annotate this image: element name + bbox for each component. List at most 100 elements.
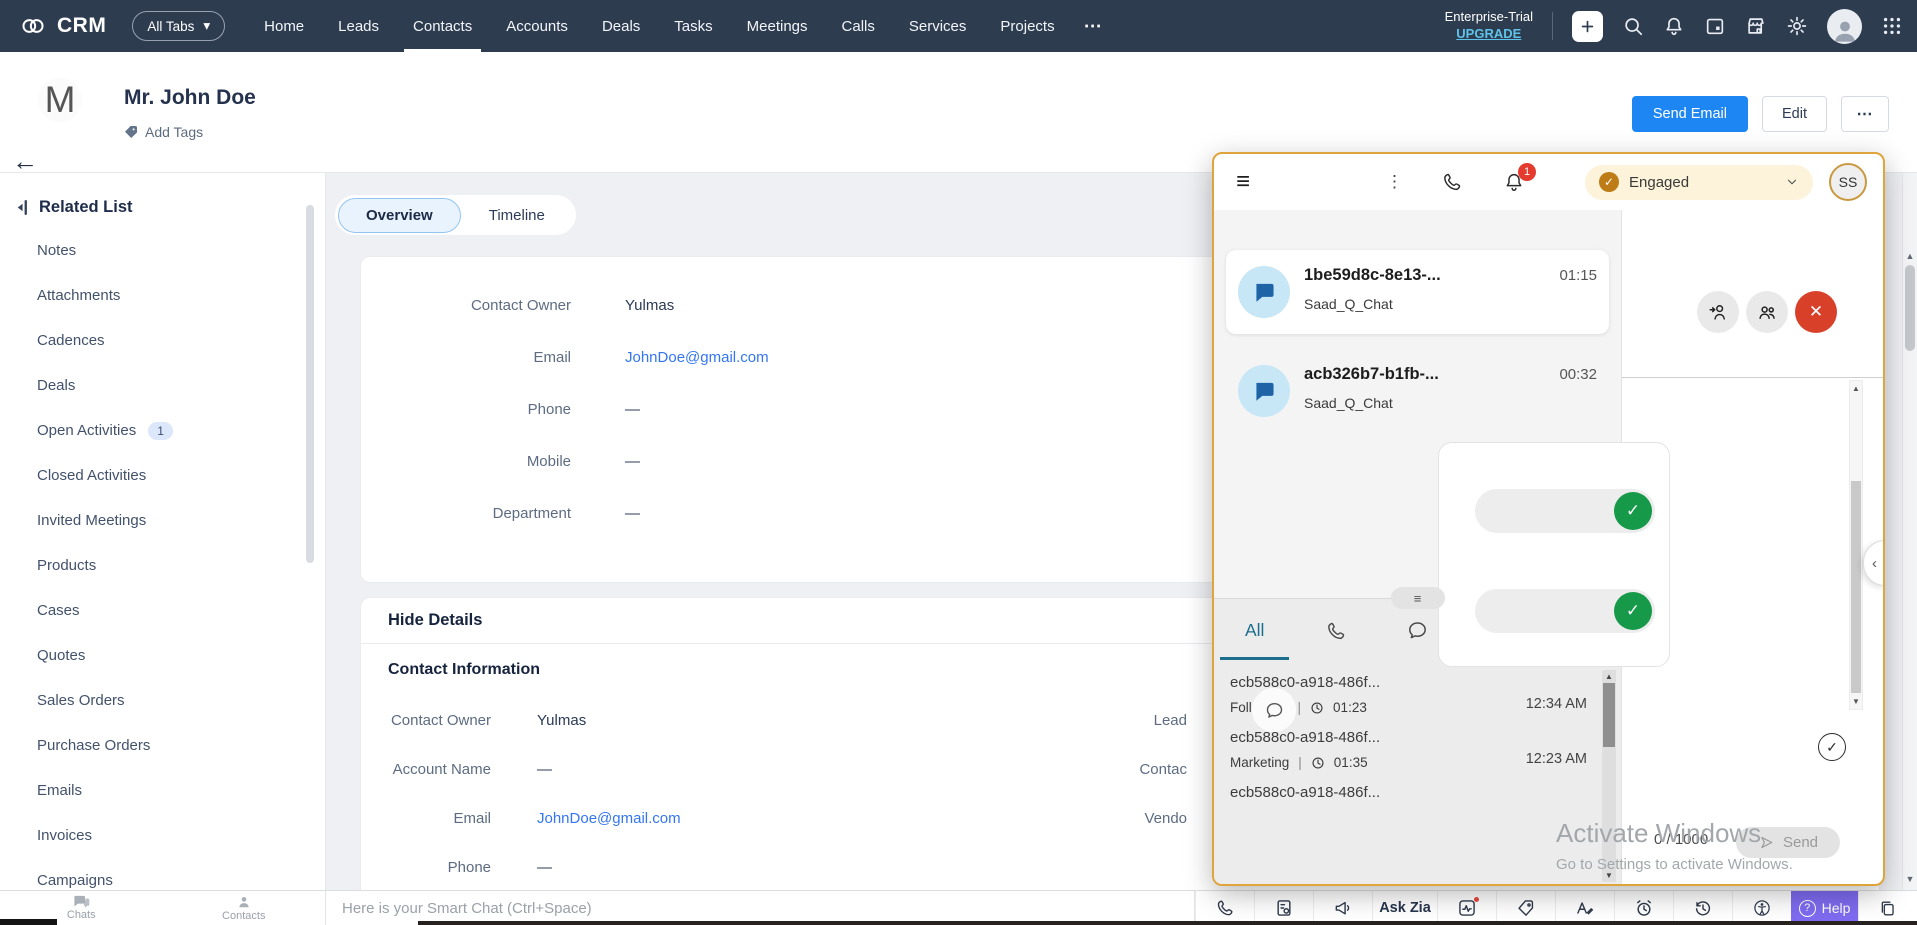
quick-create-button[interactable] bbox=[1572, 11, 1603, 42]
nav-tab[interactable]: Tasks bbox=[657, 0, 729, 52]
tag-tool[interactable] bbox=[1496, 891, 1555, 925]
user-avatar[interactable] bbox=[1827, 9, 1862, 44]
panel-drag-handle[interactable]: ≡ bbox=[1391, 587, 1445, 609]
conversation-item[interactable]: ecb588c0-a918-486f... | bbox=[1230, 784, 1587, 825]
sidebar-item[interactable]: Invited Meetings bbox=[0, 498, 325, 543]
scrollbar-thumb[interactable] bbox=[1851, 481, 1861, 693]
sidebar-item[interactable]: Cadences bbox=[0, 318, 325, 363]
sidebar-scrollbar[interactable] bbox=[306, 205, 314, 563]
field-value[interactable]: Yulmas bbox=[537, 712, 586, 729]
sidebar-item[interactable]: Notes bbox=[0, 228, 325, 273]
more-actions-button[interactable]: ⋯ bbox=[1841, 96, 1889, 132]
add-tags-button[interactable]: Add Tags bbox=[123, 124, 203, 140]
search-icon[interactable] bbox=[1622, 15, 1644, 37]
sidebar-item[interactable]: Cases bbox=[0, 588, 325, 633]
sidebar-item[interactable]: Quotes bbox=[0, 633, 325, 678]
nav-tab[interactable]: Calls bbox=[825, 0, 892, 52]
sidebar-item[interactable]: Deals bbox=[0, 363, 325, 408]
sidebar-item[interactable]: Attachments bbox=[0, 273, 325, 318]
copy-tool[interactable] bbox=[1858, 891, 1917, 925]
nav-tab[interactable]: Leads bbox=[321, 0, 396, 52]
history-tool[interactable] bbox=[1673, 891, 1732, 925]
field-value[interactable]: — bbox=[537, 761, 552, 778]
kebab-menu-icon[interactable]: ⋮ bbox=[1386, 172, 1403, 192]
page-scrollbar[interactable]: ▲ ▼ bbox=[1902, 173, 1917, 890]
conversation-item[interactable]: ecb588c0-a918-486f... Marketing | 01:35 … bbox=[1230, 729, 1587, 770]
sidebar-item[interactable]: Closed Activities bbox=[0, 453, 325, 498]
collapse-panel-tab[interactable]: ‹ bbox=[1863, 540, 1885, 586]
accessibility-tool[interactable] bbox=[1732, 891, 1791, 925]
sidebar-item[interactable]: Sales Orders bbox=[0, 678, 325, 723]
session-item[interactable]: acb326b7-b1fb-...00:32 Saad_Q_Chat bbox=[1226, 349, 1609, 433]
dialer-phone-icon[interactable] bbox=[1441, 171, 1463, 193]
apps-grid-icon[interactable] bbox=[1881, 15, 1903, 37]
view-tab[interactable]: Timeline bbox=[461, 198, 573, 233]
sidebar-item[interactable]: Campaigns bbox=[0, 858, 325, 890]
conversation-scrollbar[interactable]: ▲ ▼ bbox=[1602, 670, 1616, 882]
conference-button[interactable] bbox=[1746, 291, 1788, 333]
all-tabs-dropdown[interactable]: All Tabs ▾ bbox=[132, 11, 225, 41]
zia-sketch-tool[interactable] bbox=[1555, 891, 1614, 925]
transcript-scrollbar[interactable]: ▲ ▼ bbox=[1849, 380, 1863, 710]
settings-gear-icon[interactable] bbox=[1786, 15, 1808, 37]
nav-more-button[interactable]: ⋯ bbox=[1072, 16, 1116, 37]
nav-tab[interactable]: Meetings bbox=[730, 0, 825, 52]
sidebar-item[interactable]: Products bbox=[0, 543, 325, 588]
nav-tab[interactable]: Contacts bbox=[396, 0, 489, 52]
help-button[interactable]: ? Help bbox=[1791, 891, 1858, 925]
edit-button[interactable]: Edit bbox=[1762, 96, 1827, 132]
field-value[interactable]: Yulmas bbox=[625, 297, 674, 314]
nav-tab[interactable]: Deals bbox=[585, 0, 657, 52]
contact-avatar[interactable]: M bbox=[38, 78, 82, 122]
announcement-tool[interactable] bbox=[1313, 891, 1372, 925]
back-button[interactable]: ← bbox=[12, 148, 38, 174]
sidebar-item[interactable]: Purchase Orders bbox=[0, 723, 325, 768]
field-value[interactable]: JohnDoe@gmail.com bbox=[625, 349, 769, 366]
contacts-tab[interactable]: Contacts bbox=[163, 891, 326, 925]
upgrade-link[interactable]: UPGRADE bbox=[1445, 26, 1533, 43]
form-tool[interactable] bbox=[1254, 891, 1313, 925]
scrollbar-thumb[interactable] bbox=[1603, 683, 1615, 747]
transfer-call-button[interactable] bbox=[1697, 291, 1739, 333]
agent-status-dropdown[interactable]: ✓ Engaged bbox=[1585, 165, 1813, 200]
scroll-up-icon[interactable]: ▲ bbox=[1850, 384, 1862, 393]
nav-tab[interactable]: Accounts bbox=[489, 0, 585, 52]
field-value[interactable]: — bbox=[625, 401, 640, 418]
activity-tool[interactable] bbox=[1437, 891, 1496, 925]
scroll-down-icon[interactable]: ▼ bbox=[1602, 871, 1616, 880]
sidebar-item[interactable]: Emails bbox=[0, 768, 325, 813]
send-email-button[interactable]: Send Email bbox=[1632, 96, 1748, 132]
menu-hamburger-icon[interactable]: ≡ bbox=[1236, 170, 1250, 194]
tab-all[interactable]: All bbox=[1214, 599, 1295, 662]
smart-chat-input[interactable] bbox=[342, 900, 1194, 917]
nav-tab[interactable]: Services bbox=[892, 0, 984, 52]
sidebar-item[interactable]: Invoices bbox=[0, 813, 325, 858]
scroll-down-icon[interactable]: ▼ bbox=[1903, 874, 1917, 884]
nav-tab[interactable]: Home bbox=[247, 0, 321, 52]
field-value[interactable]: JohnDoe@gmail.com bbox=[537, 810, 681, 827]
session-item[interactable]: 1be59d8c-8e13-...01:15 Saad_Q_Chat bbox=[1226, 250, 1609, 334]
page-scrollbar-thumb[interactable] bbox=[1905, 265, 1915, 351]
field-value[interactable]: — bbox=[537, 859, 552, 876]
reminder-tool[interactable] bbox=[1614, 891, 1673, 925]
scroll-down-icon[interactable]: ▼ bbox=[1850, 697, 1862, 706]
field-value[interactable]: — bbox=[625, 453, 640, 470]
view-tab[interactable]: Overview bbox=[338, 198, 461, 233]
nav-tab[interactable]: Projects bbox=[983, 0, 1071, 52]
agent-avatar[interactable]: SS bbox=[1829, 163, 1867, 201]
sidebar-item[interactable]: Open Activities 1 bbox=[0, 408, 325, 453]
field-value[interactable]: — bbox=[625, 505, 640, 522]
ask-zia-button[interactable]: Ask Zia bbox=[1372, 891, 1437, 925]
crm-logo[interactable]: CRM bbox=[18, 13, 106, 39]
tab-calls[interactable] bbox=[1295, 599, 1376, 662]
scroll-up-icon[interactable]: ▲ bbox=[1903, 251, 1917, 261]
notifications-bell-icon[interactable] bbox=[1663, 15, 1685, 37]
calendar-icon[interactable] bbox=[1704, 15, 1726, 37]
end-call-button[interactable]: ✕ bbox=[1795, 291, 1837, 333]
scroll-up-icon[interactable]: ▲ bbox=[1602, 672, 1616, 681]
widget-bell-icon[interactable]: 1 bbox=[1503, 171, 1525, 193]
send-button[interactable]: Send bbox=[1736, 827, 1840, 858]
marketplace-icon[interactable] bbox=[1745, 15, 1767, 37]
mark-done-icon[interactable]: ✓ bbox=[1818, 733, 1846, 761]
phone-tool[interactable] bbox=[1195, 891, 1254, 925]
